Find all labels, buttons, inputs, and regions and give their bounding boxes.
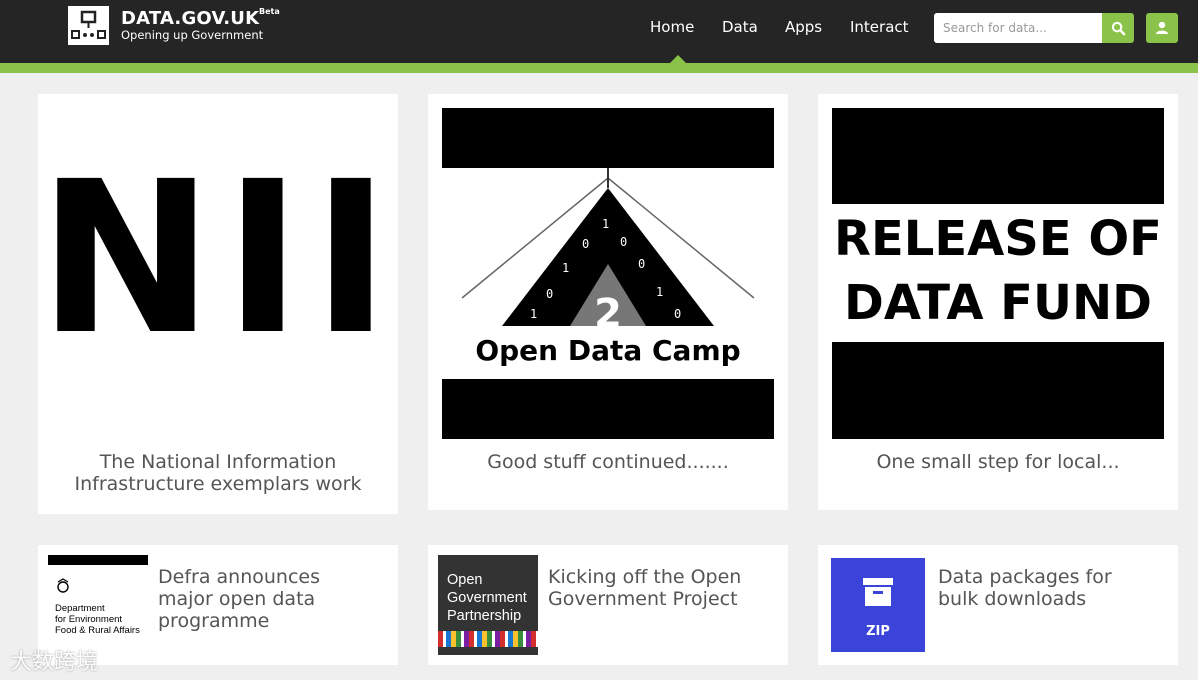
- image-black-band: [442, 379, 774, 439]
- open-data-camp-number: 2: [594, 291, 622, 337]
- news-card-ogp[interactable]: Open Government Partnership Kicking off …: [428, 545, 788, 665]
- image-black-band: [832, 342, 1164, 439]
- watermark: 大数跨境: [10, 650, 99, 675]
- ogp-line: Government: [447, 590, 527, 606]
- zip-tile: ZIP: [831, 558, 925, 652]
- search-icon: [1111, 21, 1125, 35]
- news-card-title: Data packages for bulk downloads: [938, 566, 1112, 610]
- top-navbar: DATA.GOV.UK Beta Opening up Government H…: [0, 0, 1198, 63]
- svg-text:0: 0: [638, 257, 645, 271]
- zip-thumbnail: ZIP: [828, 555, 928, 655]
- user-account-button[interactable]: [1146, 13, 1178, 43]
- svg-text:1: 1: [602, 217, 609, 231]
- news-card-title: Kicking off the Open Government Project: [548, 566, 742, 610]
- featured-card-title: The National Information Infrastructure …: [38, 451, 398, 495]
- news-card-title: Defra announces major open data programm…: [158, 566, 320, 632]
- release-image-line2: DATA FUND: [844, 275, 1152, 331]
- search-input[interactable]: [934, 13, 1102, 43]
- svg-text:0: 0: [620, 235, 627, 249]
- ogp-color-stripes: [438, 631, 538, 647]
- zip-label: ZIP: [866, 624, 890, 639]
- beta-badge: Beta: [259, 7, 280, 16]
- header-accent-bar: [0, 63, 1198, 73]
- defra-line: for Environment: [55, 614, 123, 625]
- site-brand[interactable]: DATA.GOV.UK: [121, 8, 259, 29]
- open-data-camp-image-text: Open Data Camp: [475, 334, 741, 367]
- defra-logo-text: Department for Environment Food & Rural …: [55, 603, 140, 636]
- svg-text:0: 0: [582, 237, 589, 251]
- news-card-data-packages[interactable]: ZIP Data packages for bulk downloads: [818, 545, 1178, 665]
- nav-interact[interactable]: Interact: [850, 18, 909, 36]
- defra-thumbnail: Department for Environment Food & Rural …: [48, 555, 148, 655]
- ogp-logo-text: Open Government Partnership: [447, 571, 527, 625]
- image-black-band: [442, 108, 774, 168]
- ogp-thumbnail: Open Government Partnership: [438, 555, 538, 655]
- defra-line: Department: [55, 603, 105, 614]
- royal-crest-icon: [57, 578, 69, 593]
- featured-card-release-data-fund[interactable]: RELEASE OF DATA FUND One small step for …: [818, 94, 1178, 510]
- site-tagline: Opening up Government: [121, 28, 264, 42]
- nav-home[interactable]: Home: [650, 18, 694, 36]
- nav-apps[interactable]: Apps: [785, 18, 822, 36]
- ogp-line: Open: [447, 572, 483, 588]
- svg-text:1: 1: [562, 261, 569, 275]
- defra-line: Food & Rural Affairs: [55, 625, 140, 636]
- featured-card-open-data-camp[interactable]: 100 100 110 2 Open Data Camp Good stuff …: [428, 94, 788, 510]
- search-button[interactable]: [1102, 13, 1134, 43]
- user-icon: [1156, 21, 1168, 34]
- site-logo-icon[interactable]: [68, 6, 109, 45]
- featured-card-title: Good stuff continued.......: [487, 451, 729, 473]
- nii-image-text: NII: [38, 136, 401, 381]
- title-line: The National Information: [99, 451, 337, 473]
- nav-data[interactable]: Data: [722, 18, 758, 36]
- title-line: Infrastructure exemplars work: [74, 473, 362, 495]
- release-image-line1: RELEASE OF: [834, 211, 1162, 267]
- featured-card-nii[interactable]: NII The National Information Infrastruct…: [38, 94, 398, 514]
- archive-box-icon: [863, 578, 893, 606]
- ogp-line: Partnership: [447, 608, 522, 624]
- featured-card-title: One small step for local...: [876, 451, 1120, 473]
- active-nav-indicator: [670, 55, 686, 63]
- image-black-band: [832, 108, 1164, 204]
